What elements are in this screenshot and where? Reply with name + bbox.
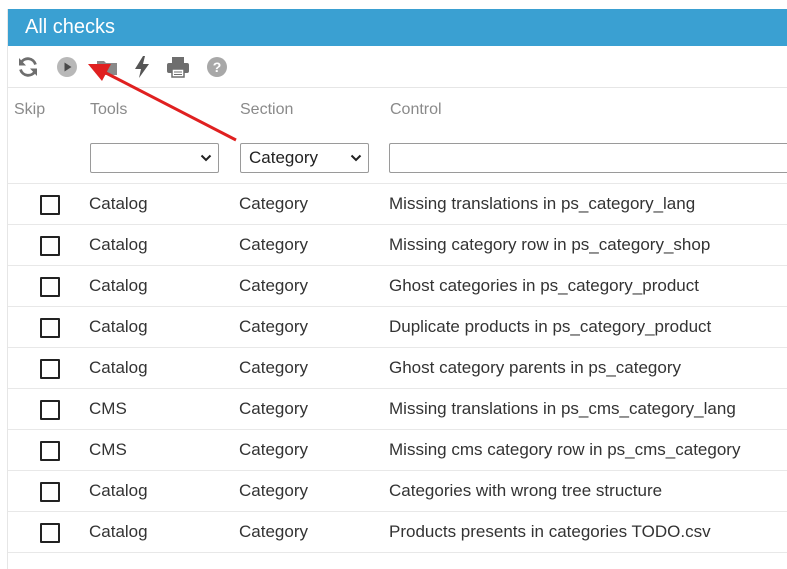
table-bottom-border [8, 552, 787, 553]
row-control: Categories with wrong tree structure [389, 481, 663, 500]
row-section: Category [239, 276, 308, 295]
table-row: CMS Category Missing translations in ps_… [8, 388, 787, 429]
all-checks-panel: All checks ? Skip Tools Section Control … [7, 9, 787, 569]
row-tools: CMS [89, 399, 127, 418]
help-icon[interactable]: ? [204, 54, 230, 80]
row-section: Category [239, 194, 308, 213]
toolbar-divider [8, 87, 787, 88]
row-control: Ghost category parents in ps_category [389, 358, 681, 377]
table-row: Catalog Category Missing translations in… [8, 183, 787, 224]
lightning-icon[interactable] [129, 54, 155, 80]
row-control: Missing translations in ps_cms_category_… [389, 399, 736, 418]
table-row: Catalog Category Categories with wrong t… [8, 470, 787, 511]
row-tools: Catalog [89, 481, 148, 500]
skip-checkbox[interactable] [40, 359, 60, 379]
refresh-icon[interactable] [15, 54, 41, 80]
chevron-down-icon [200, 154, 212, 162]
print-icon[interactable] [165, 54, 191, 80]
row-tools: Catalog [89, 317, 148, 336]
skip-checkbox[interactable] [40, 523, 60, 543]
row-control: Missing cms category row in ps_cms_categ… [389, 440, 741, 459]
toolbar: ? [8, 47, 787, 87]
chevron-down-icon [350, 154, 362, 162]
row-section: Category [239, 358, 308, 377]
tools-filter-select[interactable] [90, 143, 219, 173]
table-row: Catalog Category Ghost categories in ps_… [8, 265, 787, 306]
row-tools: Catalog [89, 194, 148, 213]
row-control: Ghost categories in ps_category_product [389, 276, 699, 295]
row-tools: CMS [89, 440, 127, 459]
table-row: Catalog Category Missing category row in… [8, 224, 787, 265]
skip-checkbox[interactable] [40, 318, 60, 338]
control-filter-input[interactable] [389, 143, 787, 173]
table-row: Catalog Category Products presents in ca… [8, 511, 787, 552]
row-section: Category [239, 481, 308, 500]
row-control: Duplicate products in ps_category_produc… [389, 317, 712, 336]
panel-title: All checks [8, 9, 787, 46]
column-header-skip: Skip [14, 101, 46, 118]
row-control: Products presents in categories TODO.csv [389, 522, 711, 541]
folder-icon[interactable] [94, 54, 120, 80]
section-filter-value: Category [249, 148, 318, 167]
row-tools: Catalog [89, 235, 148, 254]
play-icon[interactable] [54, 54, 80, 80]
skip-checkbox[interactable] [40, 482, 60, 502]
table-row: CMS Category Missing cms category row in… [8, 429, 787, 470]
table-row: Catalog Category Duplicate products in p… [8, 306, 787, 347]
row-section: Category [239, 522, 308, 541]
row-section: Category [239, 317, 308, 336]
skip-checkbox[interactable] [40, 236, 60, 256]
svg-text:?: ? [213, 59, 222, 75]
row-section: Category [239, 235, 308, 254]
table-row: Catalog Category Ghost category parents … [8, 347, 787, 388]
skip-checkbox[interactable] [40, 195, 60, 215]
column-header-control: Control [390, 101, 442, 118]
row-tools: Catalog [89, 522, 148, 541]
row-tools: Catalog [89, 276, 148, 295]
skip-checkbox[interactable] [40, 400, 60, 420]
column-header-section: Section [240, 101, 294, 118]
skip-checkbox[interactable] [40, 277, 60, 297]
skip-checkbox[interactable] [40, 441, 60, 461]
column-header-tools: Tools [90, 101, 128, 118]
row-control: Missing translations in ps_category_lang [389, 194, 696, 213]
row-section: Category [239, 399, 308, 418]
section-filter-select[interactable]: Category [240, 143, 369, 173]
row-tools: Catalog [89, 358, 148, 377]
row-control: Missing category row in ps_category_shop [389, 235, 711, 254]
row-section: Category [239, 440, 308, 459]
